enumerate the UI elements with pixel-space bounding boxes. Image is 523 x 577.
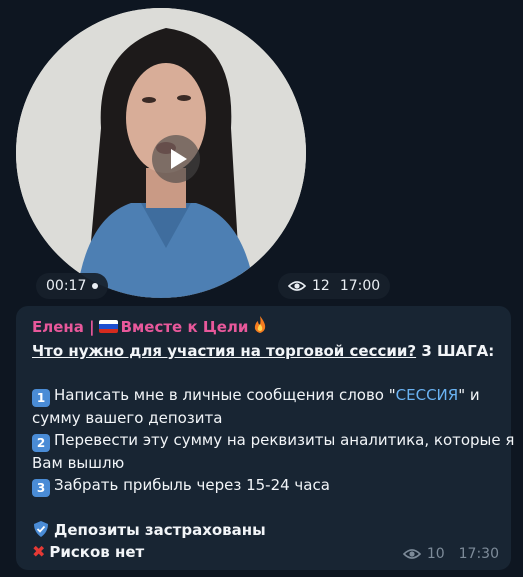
fire-icon bbox=[253, 316, 267, 337]
step-1-text-b: " и bbox=[458, 386, 480, 404]
message-time: 17:30 bbox=[458, 546, 499, 562]
empty-line bbox=[32, 362, 502, 384]
message-author[interactable]: Елена | Вместе к Цели bbox=[32, 316, 267, 337]
step-2-text-a: Перевести эту сумму на реквизиты аналити… bbox=[54, 431, 515, 449]
step-2-text-b: Вам вышлю bbox=[32, 454, 125, 472]
step-2: 2 Перевести эту сумму на реквизиты аналит… bbox=[32, 429, 514, 452]
risks-text: Рисков нет bbox=[49, 543, 145, 561]
step-3: 3 Забрать прибыль через 15-24 часа bbox=[32, 474, 502, 497]
step-2-continued: Вам вышлю bbox=[32, 452, 502, 474]
russia-flag-icon bbox=[98, 320, 118, 333]
video-meta-badge: 12 17:00 bbox=[278, 273, 391, 299]
step-1-continued: сумму вашего депозита bbox=[32, 407, 502, 429]
step-1: 1 Написать мне в личные сообщения слово "… bbox=[32, 384, 502, 407]
play-icon bbox=[171, 149, 187, 169]
eye-icon bbox=[402, 548, 421, 560]
author-name: Елена | bbox=[32, 317, 95, 336]
message-views: 10 bbox=[426, 546, 445, 562]
deposits-text: Депозиты застрахованы bbox=[54, 521, 266, 539]
deposits-line: Депозиты застрахованы bbox=[32, 519, 502, 541]
video-circle[interactable] bbox=[16, 8, 306, 298]
step-3-text: Забрать прибыль через 15-24 часа bbox=[54, 476, 330, 494]
message-meta: 10 17:30 bbox=[402, 546, 499, 562]
video-message[interactable]: 00:17 12 17:00 bbox=[16, 8, 391, 299]
video-duration: 00:17 bbox=[46, 278, 87, 294]
step-1-text-a: Написать мне в личные сообщения слово " bbox=[54, 386, 396, 404]
keycap-3-icon: 3 bbox=[32, 479, 50, 497]
steps-title: 3 ШАГА: bbox=[416, 342, 495, 360]
message-heading: Что нужно для участия на торговой сессии… bbox=[32, 340, 502, 362]
play-button[interactable] bbox=[152, 135, 200, 183]
message-text: Что нужно для участия на торговой сессии… bbox=[32, 340, 514, 563]
video-duration-badge: 00:17 bbox=[36, 273, 109, 299]
unwatched-dot bbox=[92, 283, 99, 289]
keycap-2-icon: 2 bbox=[32, 434, 50, 452]
step-1-text-c: сумму вашего депозита bbox=[32, 409, 223, 427]
message-bubble[interactable]: Елена | Вместе к Цели Что нужно для учас… bbox=[16, 306, 514, 570]
cross-mark-icon: ✖ bbox=[32, 542, 46, 561]
empty-line-2 bbox=[32, 497, 502, 519]
eye-icon bbox=[288, 280, 306, 292]
video-time: 17:00 bbox=[339, 278, 381, 294]
keyword-link[interactable]: СЕССИЯ bbox=[396, 386, 459, 404]
shield-icon bbox=[32, 520, 50, 538]
author-suffix: Вместе к Цели bbox=[120, 317, 249, 336]
question-link[interactable]: Что нужно для участия на торговой сессии… bbox=[32, 342, 416, 360]
keycap-1-icon: 1 bbox=[32, 389, 50, 407]
video-views: 12 bbox=[312, 278, 330, 294]
